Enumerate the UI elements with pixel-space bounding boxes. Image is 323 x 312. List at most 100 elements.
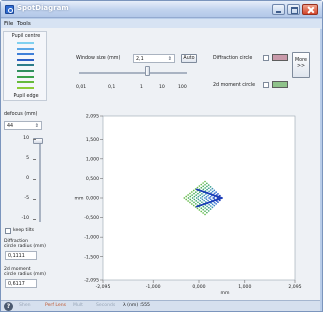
defocus-slider-track[interactable] bbox=[39, 138, 41, 222]
keep-tilts-checkbox[interactable] bbox=[5, 228, 11, 234]
moment-circle-color-swatch[interactable] bbox=[272, 81, 288, 88]
spot-point bbox=[204, 183, 206, 186]
menu-tools[interactable]: Tools bbox=[17, 21, 31, 27]
status-shen: Shen bbox=[19, 303, 31, 308]
spot-point bbox=[206, 182, 208, 185]
spin-arrows-icon[interactable]: ⇕ bbox=[168, 56, 172, 62]
spin-arrows-icon[interactable]: ⇕ bbox=[35, 123, 39, 129]
spot-diagram-svg: 2,095 1,500 1,000 0,500 0,000 -0,500 -1,000 -1,… bbox=[75, 114, 302, 296]
spot-point bbox=[200, 207, 203, 210]
pupil-zone-line bbox=[17, 70, 34, 72]
pupil-zone-line bbox=[17, 42, 34, 44]
y-tick-label: -1,500 bbox=[84, 254, 99, 260]
spot-point bbox=[202, 205, 205, 208]
pupil-zone-line bbox=[17, 64, 34, 67]
close-button[interactable] bbox=[302, 4, 318, 15]
status-bar: ? Shen Perf Lens Mult Seconds λ (nm) :55… bbox=[1, 300, 320, 311]
x-tick-label: 2,095 bbox=[288, 284, 301, 290]
spot-point bbox=[215, 203, 217, 205]
status-perf-lens: Perf Lens bbox=[45, 303, 67, 308]
spot-point bbox=[191, 194, 193, 196]
pupil-zone-line bbox=[17, 75, 34, 78]
spot-point bbox=[213, 204, 216, 207]
spot-point bbox=[198, 185, 201, 187]
spot-point bbox=[197, 198, 200, 201]
spot-point bbox=[198, 191, 201, 194]
spot-point bbox=[196, 186, 199, 189]
pupil-color-scale bbox=[17, 42, 34, 92]
spot-point bbox=[217, 193, 219, 195]
moment-circle-checkbox[interactable] bbox=[263, 82, 269, 88]
spot-point bbox=[194, 191, 197, 193]
pupil-legend: Pupil centre Pupil edge bbox=[3, 31, 47, 101]
spot-point bbox=[207, 194, 209, 197]
slider-tick: 0,1 bbox=[108, 85, 116, 90]
menu-file[interactable]: File bbox=[4, 21, 13, 27]
more-button-label: More bbox=[295, 58, 307, 63]
spot-point bbox=[200, 183, 203, 186]
moment-radius-label-2: circle radius (mm) bbox=[4, 272, 46, 277]
maximize-button[interactable] bbox=[287, 4, 300, 15]
x-axis-label: mm bbox=[221, 291, 230, 296]
moment-circle-label: 2d moment circle bbox=[213, 83, 256, 88]
spot-point bbox=[204, 213, 206, 216]
defocus-tick: 0 bbox=[17, 176, 36, 181]
status-mult: Mult bbox=[73, 303, 83, 308]
spot-point bbox=[199, 199, 202, 202]
spot-point bbox=[211, 187, 214, 190]
y-tick-label: 2,095 bbox=[86, 114, 99, 120]
y-tick-label: -1,000 bbox=[84, 235, 99, 241]
pupil-zone-line bbox=[17, 53, 34, 56]
spot-point bbox=[207, 187, 210, 190]
spot-point bbox=[209, 205, 212, 207]
spot-point bbox=[209, 189, 212, 191]
pupil-edge-label: Pupil edge bbox=[13, 94, 39, 99]
y-tick-label: -2,095 bbox=[84, 278, 99, 284]
spot-point bbox=[198, 202, 201, 205]
spot-point bbox=[193, 195, 196, 198]
y-axis-label: mm bbox=[75, 197, 84, 202]
window-size-spinbox[interactable]: 2,1 ⇕ bbox=[133, 54, 175, 63]
spot-point bbox=[187, 200, 189, 202]
spot-point bbox=[213, 201, 216, 204]
spot-point bbox=[209, 198, 212, 201]
spot-point bbox=[194, 203, 197, 205]
spot-point bbox=[201, 198, 204, 201]
spot-point bbox=[204, 180, 206, 183]
spot-point bbox=[206, 211, 208, 214]
y-tick-label: 1,500 bbox=[86, 137, 99, 143]
spot-point bbox=[206, 185, 208, 188]
spot-point bbox=[207, 199, 209, 202]
more-button[interactable]: More >> bbox=[292, 52, 310, 78]
spot-point bbox=[195, 194, 198, 196]
auto-button[interactable]: Auto bbox=[181, 54, 197, 63]
diffraction-circle-color-swatch[interactable] bbox=[272, 54, 288, 61]
minimize-button[interactable] bbox=[272, 4, 285, 15]
spot-point bbox=[204, 187, 206, 189]
spot-point bbox=[209, 185, 212, 188]
help-icon[interactable]: ? bbox=[4, 302, 13, 311]
x-tick-label: -1,000 bbox=[146, 284, 161, 290]
y-tick-label: 1,000 bbox=[86, 156, 99, 162]
spot-point bbox=[185, 198, 188, 201]
more-button-arrows: >> bbox=[296, 64, 306, 69]
spot-diagram-plot[interactable]: 2,095 1,500 1,000 0,500 0,000 -0,500 -1,000 -1,… bbox=[51, 112, 320, 300]
window-size-controls: Window size (mm) 2,1 ⇕ Auto 0,01 0,1 1 1… bbox=[75, 49, 300, 109]
plot-area bbox=[102, 115, 296, 281]
diffraction-circle-checkbox[interactable] bbox=[263, 55, 269, 61]
spot-point bbox=[187, 197, 190, 199]
window-size-slider-handle[interactable] bbox=[145, 66, 151, 76]
spot-point bbox=[202, 182, 204, 184]
spot-point bbox=[191, 197, 194, 199]
spot-point bbox=[202, 188, 205, 191]
diffraction-radius-value: 0,1111 bbox=[5, 251, 37, 260]
spot-point bbox=[206, 205, 208, 208]
defocus-spinbox[interactable]: 44 ⇕ bbox=[4, 121, 42, 130]
spot-point bbox=[202, 212, 204, 214]
spot-point bbox=[197, 195, 200, 198]
defocus-value: 44 bbox=[7, 123, 14, 129]
pupil-zone-line bbox=[17, 86, 34, 89]
spot-point bbox=[211, 190, 214, 193]
window-size-slider-track[interactable] bbox=[79, 72, 187, 74]
defocus-tick: 10 bbox=[17, 136, 36, 141]
